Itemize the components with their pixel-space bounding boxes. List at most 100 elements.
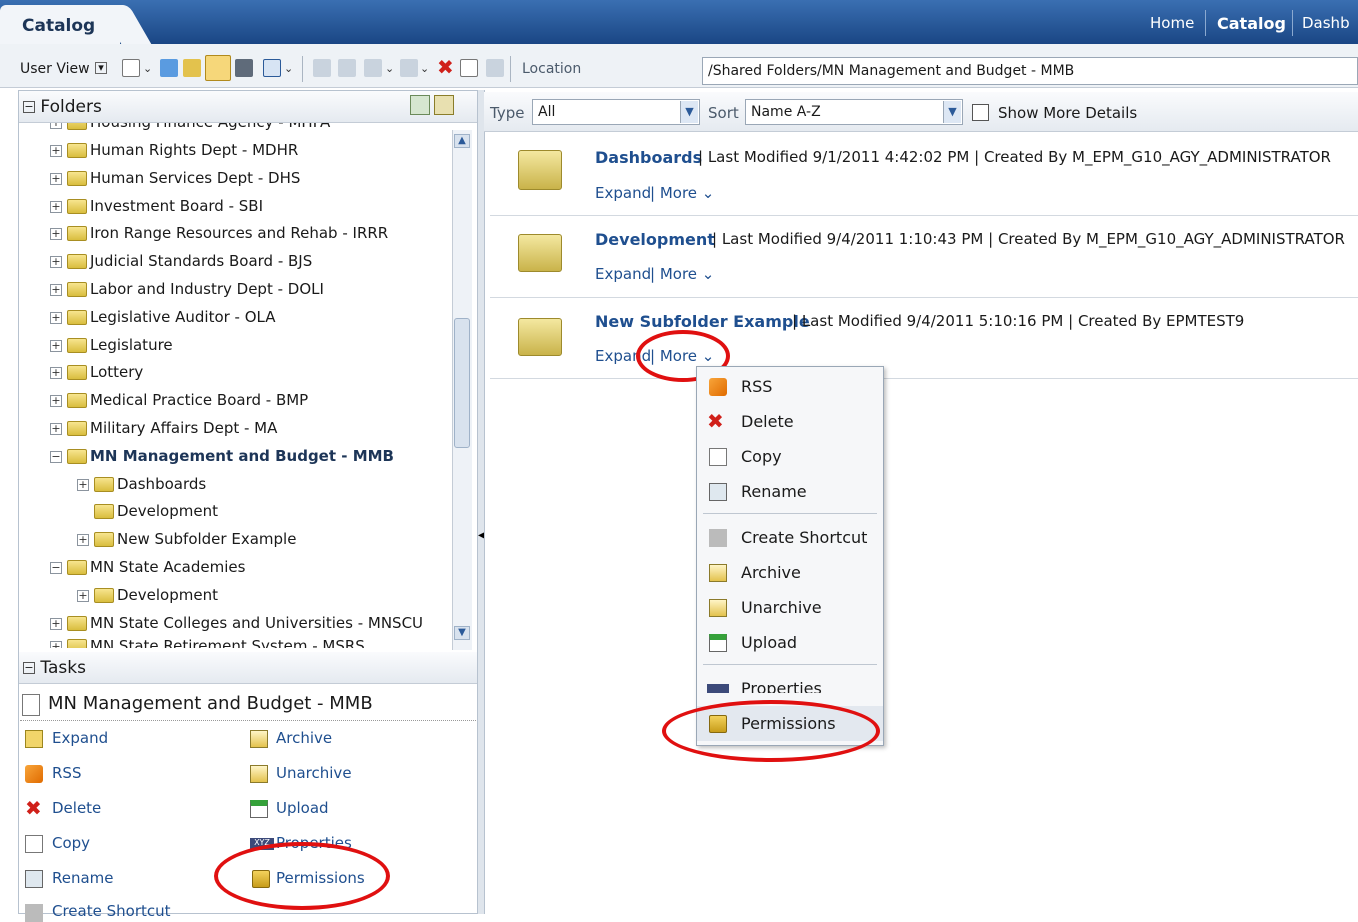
item-meta: | Last Modified 9/4/2011 1:10:43 PM | Cr… xyxy=(712,230,1345,248)
expand-icon[interactable]: + xyxy=(50,172,62,185)
refresh-icon[interactable] xyxy=(160,59,178,77)
copy-icon[interactable] xyxy=(460,59,478,77)
item-title-new-subfolder[interactable]: New Subfolder Example xyxy=(595,312,810,331)
item-title-dashboards[interactable]: Dashboards xyxy=(595,148,702,167)
expand-icon[interactable]: + xyxy=(50,395,62,408)
chevron-down-icon[interactable]: ⌄ xyxy=(284,62,293,75)
menu-item-rename[interactable]: Rename xyxy=(697,474,883,509)
scrollbar-thumb[interactable] xyxy=(454,318,470,448)
rss-icon xyxy=(25,765,43,783)
task-expand[interactable]: Expand xyxy=(52,729,108,747)
task-copy[interactable]: Copy xyxy=(52,834,90,852)
print-icon[interactable] xyxy=(364,59,382,77)
menu-item-rss[interactable]: RSS xyxy=(697,369,883,404)
edit-icon[interactable] xyxy=(338,59,356,77)
favorites-icon[interactable] xyxy=(434,95,454,115)
delete-icon[interactable]: ✖ xyxy=(437,57,454,77)
task-unarchive[interactable]: Unarchive xyxy=(276,764,352,782)
folder-view-icon[interactable] xyxy=(205,55,231,81)
item-more-link[interactable]: | More ⌄ xyxy=(650,265,714,283)
expand-icon[interactable]: + xyxy=(77,589,89,602)
shortcut-icon xyxy=(25,904,43,922)
expand-icon[interactable]: + xyxy=(50,367,62,380)
grid-view-icon[interactable] xyxy=(263,59,281,77)
show-details-label: Show More Details xyxy=(998,104,1138,122)
location-label: Location xyxy=(522,61,582,77)
expand-icon[interactable]: + xyxy=(50,123,62,129)
folder-icon[interactable] xyxy=(518,234,562,272)
menu-item-upload[interactable]: Upload xyxy=(697,625,883,660)
content-panel xyxy=(484,90,1358,914)
expand-icon[interactable]: + xyxy=(50,641,62,648)
search-icon[interactable] xyxy=(235,59,253,77)
sort-select[interactable]: Name A-Z xyxy=(745,99,963,125)
collapse-icon[interactable]: − xyxy=(23,101,35,113)
item-created: Created By M_EPM_G10_AGY_ADMINISTRATOR xyxy=(983,148,1331,166)
link-icon[interactable] xyxy=(313,59,331,77)
tree-label: Military Affairs Dept - MA xyxy=(90,419,278,437)
item-expand-link[interactable]: Expand xyxy=(595,265,651,283)
header-link-dashboards[interactable]: Dashb xyxy=(1302,14,1350,32)
collapse-icon[interactable]: − xyxy=(23,662,35,674)
item-more-link[interactable]: | More ⌄ xyxy=(650,184,714,202)
show-details-checkbox[interactable] xyxy=(972,104,989,121)
location-field[interactable]: /Shared Folders/MN Management and Budget… xyxy=(702,57,1358,85)
expand-icon[interactable]: + xyxy=(50,339,62,352)
chevron-down-icon[interactable]: ▼ xyxy=(943,101,961,123)
menu-item-archive[interactable]: Archive xyxy=(697,555,883,590)
new-icon[interactable] xyxy=(122,59,140,77)
task-create-shortcut[interactable]: Create Shortcut xyxy=(52,902,171,920)
folder-icon xyxy=(67,448,87,464)
task-rss[interactable]: RSS xyxy=(52,764,81,782)
tab-catalog[interactable]: Catalog xyxy=(0,5,120,44)
chevron-down-icon[interactable]: ⌄ xyxy=(143,62,152,75)
menu-label: Archive xyxy=(741,563,801,582)
expand-icon[interactable]: + xyxy=(50,617,62,630)
dashboard-folder-icon[interactable] xyxy=(518,150,562,190)
copy-icon xyxy=(25,835,43,853)
menu-item-properties[interactable]: Properties xyxy=(697,671,883,693)
sort-label: Sort xyxy=(708,104,739,122)
header-divider xyxy=(1205,10,1206,36)
header-link-catalog[interactable]: Catalog xyxy=(1217,14,1286,33)
menu-item-delete[interactable]: ✖ Delete xyxy=(697,404,883,439)
expand-icon[interactable]: + xyxy=(50,423,62,435)
folder-up-icon[interactable] xyxy=(183,59,201,77)
chevron-down-icon[interactable]: ⌄ xyxy=(420,62,429,75)
export-icon[interactable] xyxy=(400,59,418,77)
expand-icon[interactable]: + xyxy=(77,534,89,547)
collapse-icon[interactable]: − xyxy=(50,450,62,463)
expand-icon[interactable]: + xyxy=(50,284,62,296)
task-rename[interactable]: Rename xyxy=(52,869,114,887)
expand-icon[interactable]: + xyxy=(50,228,62,241)
collapse-icon[interactable]: − xyxy=(50,562,62,574)
expand-icon[interactable]: + xyxy=(77,478,89,491)
expand-icon[interactable]: + xyxy=(50,311,62,324)
folder-icon xyxy=(67,393,87,409)
type-select[interactable]: All xyxy=(532,99,700,125)
scroll-up-icon[interactable]: ▲ xyxy=(454,134,470,148)
folder-icon xyxy=(67,226,87,242)
expand-icon[interactable]: + xyxy=(50,200,62,213)
chevron-down-icon[interactable]: ⌄ xyxy=(385,62,394,75)
expand-icon[interactable]: + xyxy=(50,256,62,269)
header-link-home[interactable]: Home xyxy=(1150,14,1194,32)
item-expand-link[interactable]: Expand xyxy=(595,184,651,202)
expand-icon[interactable]: + xyxy=(50,145,62,157)
user-view-label[interactable]: User View xyxy=(20,61,90,77)
menu-item-copy[interactable]: Copy xyxy=(697,439,883,474)
folder-icon[interactable] xyxy=(518,318,562,356)
item-title-development[interactable]: Development xyxy=(595,230,715,249)
menu-item-unarchive[interactable]: Unarchive xyxy=(697,590,883,625)
task-archive[interactable]: Archive xyxy=(276,729,332,747)
tree-view-icon[interactable] xyxy=(410,95,430,115)
task-upload[interactable]: Upload xyxy=(276,799,329,817)
menu-divider xyxy=(703,664,877,665)
paste-icon[interactable] xyxy=(486,59,504,77)
user-view-dropdown-icon[interactable]: ▾ xyxy=(95,62,107,74)
task-delete[interactable]: Delete xyxy=(52,799,101,817)
chevron-down-icon[interactable]: ▼ xyxy=(680,101,698,123)
scroll-down-icon[interactable]: ▼ xyxy=(454,626,470,640)
menu-item-create-shortcut[interactable]: Create Shortcut xyxy=(697,520,883,555)
archive-icon xyxy=(709,564,727,582)
